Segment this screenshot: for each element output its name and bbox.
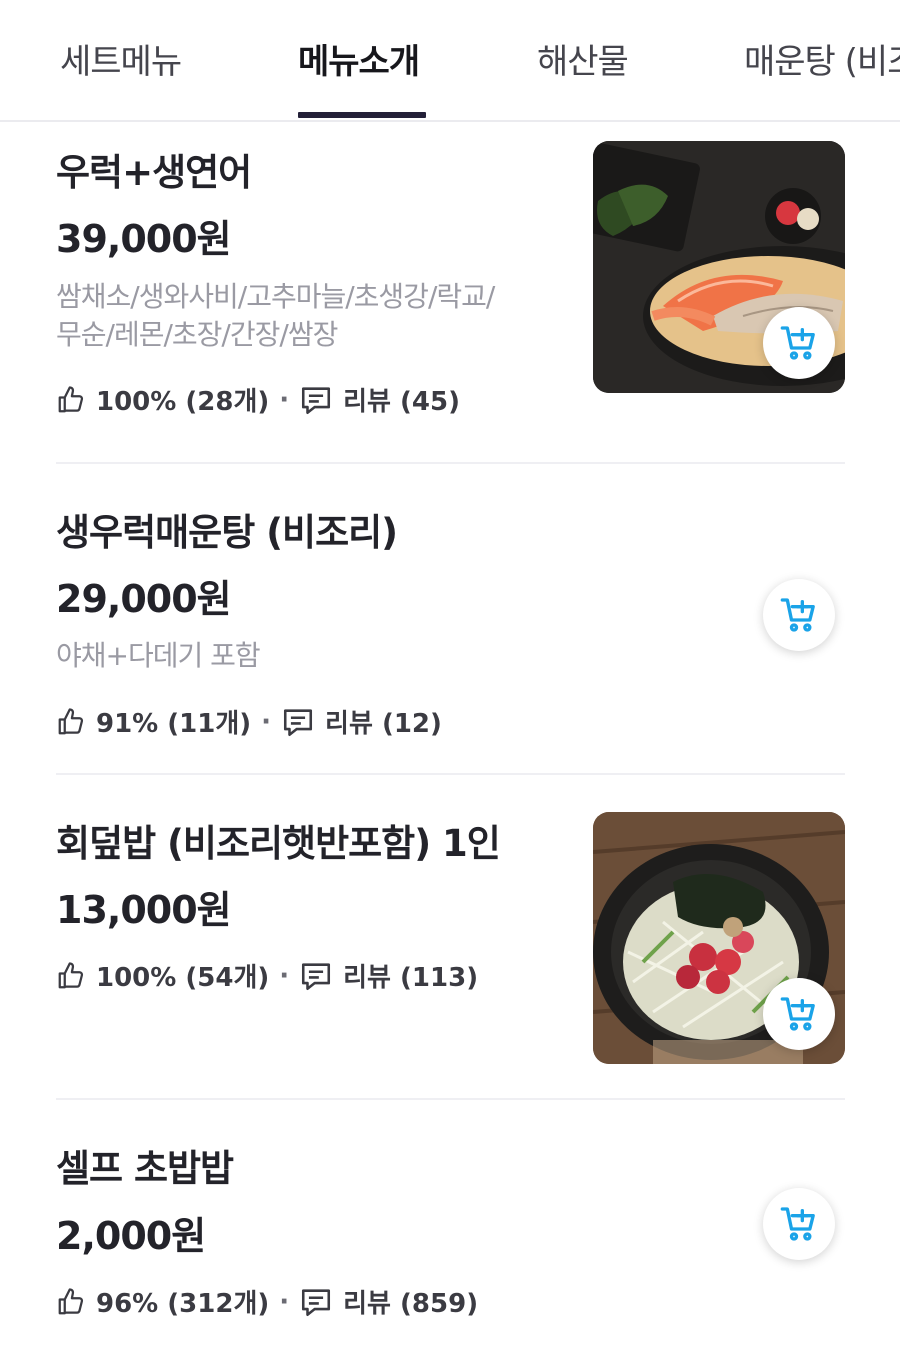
- cart-plus-icon: [780, 997, 815, 1031]
- description-line: 무순/레몬/초장/간장/쌈장: [56, 318, 338, 351]
- menu-item-price: 39,000원: [56, 217, 232, 261]
- active-tab-indicator: [298, 112, 426, 118]
- like-rate: 100% (28개): [96, 387, 270, 417]
- thumbs-up-icon: [58, 1287, 84, 1314]
- menu-item-name: 생우럭매운탕 (비조리): [56, 511, 398, 554]
- review-icon: [302, 962, 331, 990]
- menu-item-description: 쌈채소/생와사비/고추마늘/초생강/락교/ 무순/레몬/초장/간장/쌈장: [56, 278, 556, 354]
- review-count[interactable]: 리뷰 (45): [343, 381, 460, 418]
- separator-dot: ·: [279, 384, 290, 415]
- review-icon: [302, 386, 331, 414]
- menu-item-stats: 100% (28개) · 리뷰 (45): [56, 381, 460, 418]
- separator-dot: ·: [279, 1286, 290, 1317]
- menu-item-description: 야채+다데기 포함: [56, 637, 556, 675]
- menu-item-name: 회덮밥 (비조리햇반포함) 1인: [56, 822, 501, 865]
- review-icon: [302, 1288, 331, 1316]
- review-count[interactable]: 리뷰 (12): [325, 703, 442, 740]
- thumbs-up-icon: [58, 707, 84, 734]
- review-count[interactable]: 리뷰 (113): [343, 957, 478, 994]
- like-rate: 91% (11개): [96, 709, 252, 739]
- tab-spicy-stew[interactable]: 매운탕 (비조: [744, 34, 900, 83]
- cart-plus-icon: [780, 1207, 815, 1241]
- item-divider: [56, 1098, 845, 1100]
- add-to-cart-button[interactable]: [763, 1188, 835, 1260]
- item-divider: [56, 462, 845, 464]
- like-rate: 100% (54개): [96, 963, 270, 993]
- thumbs-up-icon: [58, 385, 84, 412]
- tab-seafood[interactable]: 해산물: [537, 34, 629, 83]
- menu-item-stats: 100% (54개) · 리뷰 (113): [56, 957, 478, 994]
- category-tab-bar: 세트메뉴 메뉴소개 해산물 매운탕 (비조: [0, 0, 900, 122]
- menu-item-price: 13,000원: [56, 888, 232, 932]
- menu-item-price: 2,000원: [56, 1214, 206, 1258]
- tab-set-menu[interactable]: 세트메뉴: [60, 34, 182, 83]
- menu-item-name: 셀프 초밥밥: [56, 1147, 234, 1190]
- description-line: 쌈채소/생와사비/고추마늘/초생강/락교/: [56, 280, 495, 313]
- menu-item-stats: 96% (312개) · 리뷰 (859): [56, 1283, 478, 1320]
- add-to-cart-button[interactable]: [763, 978, 835, 1050]
- item-divider: [56, 773, 845, 775]
- add-to-cart-button[interactable]: [763, 307, 835, 379]
- menu-item-name: 우럭+생연어: [56, 151, 252, 194]
- separator-dot: ·: [279, 960, 290, 991]
- separator-dot: ·: [261, 706, 272, 737]
- cart-plus-icon: [780, 598, 815, 632]
- add-to-cart-button[interactable]: [763, 579, 835, 651]
- menu-item-price: 29,000원: [56, 577, 232, 621]
- description-line: 야채+다데기 포함: [56, 639, 261, 672]
- review-icon: [284, 708, 313, 736]
- tab-menu-intro[interactable]: 메뉴소개: [298, 34, 420, 83]
- like-rate: 96% (312개): [96, 1289, 270, 1319]
- menu-item-stats: 91% (11개) · 리뷰 (12): [56, 703, 442, 740]
- thumbs-up-icon: [58, 961, 84, 988]
- review-count[interactable]: 리뷰 (859): [343, 1283, 478, 1320]
- cart-plus-icon: [780, 326, 815, 360]
